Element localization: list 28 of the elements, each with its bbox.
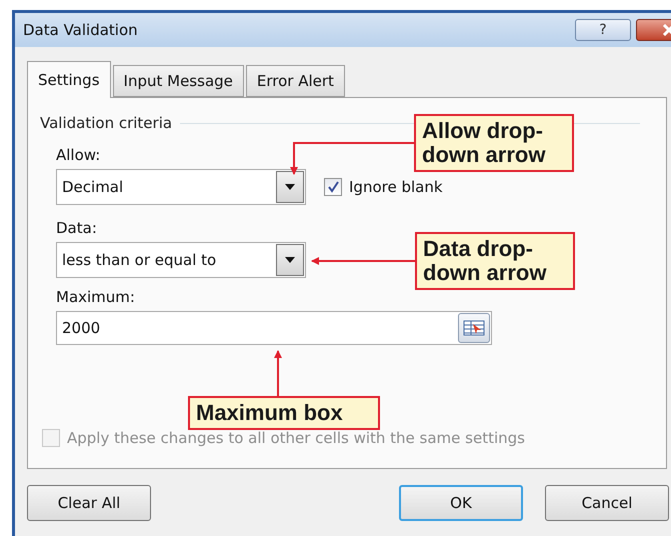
grid-icon xyxy=(463,320,485,336)
field-label: Data: xyxy=(56,219,97,237)
checkbox-label: Ignore blank xyxy=(349,178,443,196)
dropdown-arrow-button[interactable] xyxy=(276,171,304,203)
data-dropdown[interactable]: less than or equal to xyxy=(56,242,306,278)
caret-down-icon xyxy=(285,184,295,190)
callout-label: Maximum box xyxy=(188,396,380,430)
tab[interactable]: Settings xyxy=(27,61,111,98)
range-select-button[interactable] xyxy=(458,313,490,343)
dialog-button[interactable]: OK xyxy=(399,485,523,521)
group-title: Validation criteria xyxy=(40,114,172,132)
dropdown-arrow-button[interactable] xyxy=(276,244,304,276)
field-label: Allow: xyxy=(56,146,100,164)
callout-label: Allow drop-down arrow xyxy=(414,114,574,172)
checkbox[interactable] xyxy=(324,178,342,196)
maximum-field[interactable]: 2000 xyxy=(56,311,492,345)
dialog-button[interactable]: Cancel xyxy=(545,485,669,521)
tab[interactable]: Error Alert xyxy=(246,65,345,97)
checkbox-label: Apply these changes to all other cells with the same settings xyxy=(67,429,525,447)
callout-label: Data drop-down arrow xyxy=(415,232,575,290)
caret-down-icon xyxy=(285,257,295,263)
help-button[interactable]: ? xyxy=(575,19,631,41)
dialog-button[interactable]: Clear All xyxy=(27,485,151,521)
window-title: Data Validation xyxy=(23,21,139,39)
leader-arrow xyxy=(274,350,282,396)
allow-dropdown[interactable]: Decimal xyxy=(56,169,306,205)
tab[interactable]: Input Message xyxy=(112,65,244,97)
field-label: Maximum: xyxy=(56,288,135,306)
